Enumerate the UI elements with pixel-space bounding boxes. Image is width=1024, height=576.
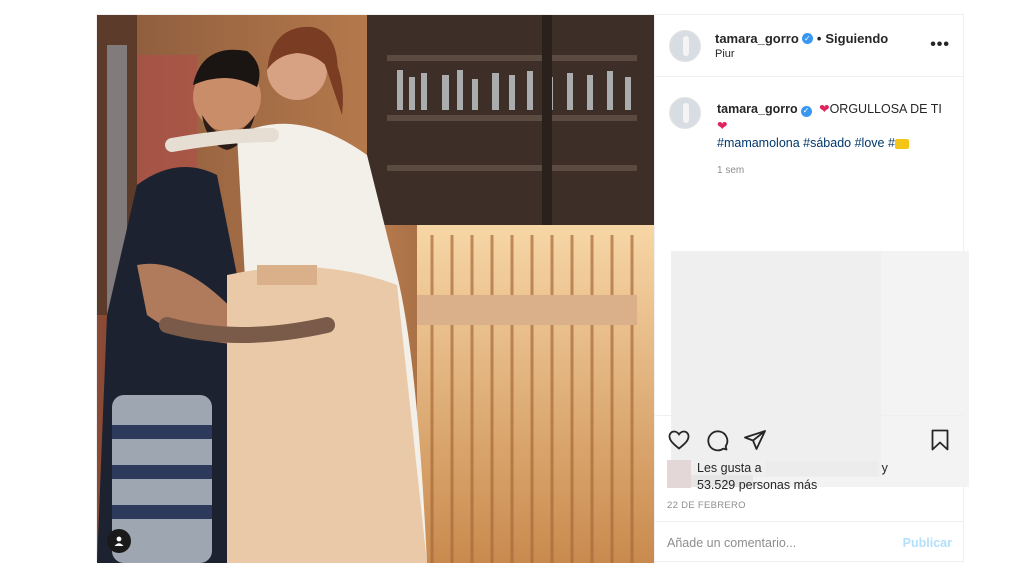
caption-time[interactable]: 1 sem — [717, 162, 947, 179]
username-link[interactable]: tamara_gorro — [715, 31, 799, 46]
caption-username[interactable]: tamara_gorro — [717, 102, 798, 116]
bookmark-icon[interactable] — [928, 428, 952, 452]
header-text: tamara_gorro ✓ • Siguiendo Piur — [715, 31, 888, 60]
caption: tamara_gorro ✓ ❤ORGULLOSA DE TI ❤ #mamamo… — [669, 87, 954, 179]
caption-avatar[interactable] — [669, 97, 701, 129]
comments-area: tamara_gorro ✓ ❤ORGULLOSA DE TI ❤ #mamamo… — [669, 87, 969, 487]
heart-emoji-icon: ❤ — [819, 102, 830, 116]
instagram-post: tamara_gorro ✓ • Siguiendo Piur ••• tama… — [96, 14, 969, 563]
blurred-username — [765, 461, 878, 477]
post-actions: Les gusta a y 53.529 personas más 22 DE F… — [655, 415, 964, 533]
caption-text: tamara_gorro ✓ ❤ORGULLOSA DE TI ❤ #mamamo… — [717, 101, 947, 179]
publish-button[interactable]: Publicar — [903, 536, 952, 550]
caption-message: ORGULLOSA DE TI — [829, 102, 942, 116]
post-header: tamara_gorro ✓ • Siguiendo Piur ••• — [655, 15, 964, 77]
separator-dot: • — [816, 31, 822, 46]
post-sidebar: tamara_gorro ✓ • Siguiendo Piur ••• tama… — [654, 15, 969, 563]
heart-outline-icon[interactable] — [667, 428, 691, 452]
user-tag-icon[interactable] — [107, 529, 131, 553]
liker-avatar[interactable] — [667, 460, 691, 488]
comment-bubble-icon[interactable] — [705, 428, 729, 452]
paper-plane-icon[interactable] — [743, 428, 767, 452]
likes-connector: y — [881, 461, 888, 475]
following-button[interactable]: Siguiendo — [825, 31, 888, 46]
ticket-emoji-icon — [894, 138, 909, 149]
location-link[interactable]: Piur — [715, 48, 888, 60]
heart-emoji-icon: ❤ — [717, 119, 728, 133]
avatar[interactable] — [669, 29, 701, 62]
likes-prefix: Les gusta a — [697, 461, 762, 475]
verified-badge-icon: ✓ — [801, 33, 813, 44]
action-icons — [667, 428, 952, 452]
comment-input[interactable] — [667, 535, 867, 550]
likes-count[interactable]: 53.529 personas más — [697, 478, 817, 492]
likes-summary: Les gusta a y 53.529 personas más — [667, 460, 888, 494]
post-photo[interactable] — [97, 15, 654, 563]
photo-illustration — [97, 15, 654, 563]
more-options-icon[interactable]: ••• — [930, 37, 950, 53]
caption-hashtags[interactable]: #mamamolona #sábado #love # — [717, 136, 895, 150]
post-date[interactable]: 22 DE FEBRERO — [667, 500, 746, 511]
verified-badge-icon: ✓ — [800, 105, 812, 117]
add-comment-bar: Publicar — [655, 521, 964, 563]
